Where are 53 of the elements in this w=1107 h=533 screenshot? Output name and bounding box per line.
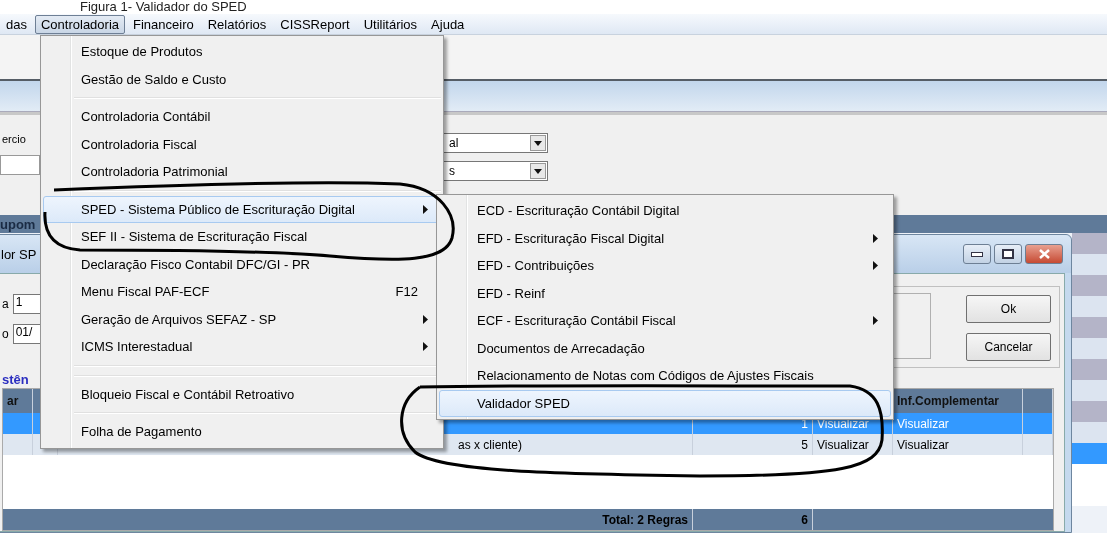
menu-item[interactable]: Controladoria Fiscal <box>43 130 441 158</box>
table-cell: Visualizar <box>813 434 893 455</box>
total-value: 6 <box>693 509 813 530</box>
menu-item[interactable]: Controladoria Patrimonial <box>43 158 441 186</box>
menu-item[interactable]: EFD - Contribuições <box>439 252 891 280</box>
list-row <box>1072 464 1107 485</box>
menu-item[interactable]: EFD - Reinf <box>439 279 891 307</box>
field-label: o <box>2 327 9 341</box>
list-row <box>1072 401 1107 422</box>
input-field[interactable] <box>0 155 40 175</box>
group-label: stên <box>2 372 29 388</box>
maximize-icon <box>1002 249 1014 259</box>
menu-item[interactable]: ECF - Escrituração Contábil Fiscal <box>439 307 891 335</box>
list-row <box>1072 359 1107 380</box>
list-row <box>1072 296 1107 317</box>
list-row <box>1072 485 1107 506</box>
figure-caption: Figura 1- Validador do SPED <box>80 0 247 14</box>
menu-item[interactable]: Documentos de Arrecadação <box>439 334 891 362</box>
caret-icon <box>534 168 542 174</box>
menubar-item[interactable]: CISSReport <box>274 14 356 34</box>
window-title: lor SP <box>1 246 37 262</box>
menubar-item[interactable]: das <box>0 14 33 34</box>
maximize-button[interactable] <box>994 244 1022 264</box>
menubar-item[interactable]: Financeiro <box>127 14 200 34</box>
minimize-icon <box>971 251 983 257</box>
menubar-item[interactable]: Controladoria <box>34 14 125 34</box>
menubar-item[interactable]: Utilitários <box>357 14 424 34</box>
list-row <box>1072 338 1107 359</box>
dialog-button[interactable]: Ok <box>966 295 1051 323</box>
caret-icon <box>534 140 542 146</box>
list-row <box>1072 254 1107 275</box>
menu-item[interactable]: Controladoria Contábil <box>43 103 441 131</box>
list-row <box>1072 422 1107 443</box>
menu-item[interactable]: Estoque de Produtos <box>43 38 441 66</box>
menu-item[interactable]: Validador SPED <box>439 389 891 417</box>
total-label: Total: 2 Regras <box>3 509 693 530</box>
field-label: ercio <box>1 133 27 145</box>
list-row <box>1072 233 1107 254</box>
dialog-button[interactable]: Cancelar <box>966 333 1051 361</box>
list-row <box>1072 443 1107 464</box>
menubar-item[interactable]: Ajuda <box>425 14 471 34</box>
menu-item[interactable]: Relacionamento de Notas com Códigos de Ajustes Fiscais <box>439 362 891 390</box>
table-cell: 5 <box>693 434 813 455</box>
list-row <box>1072 317 1107 338</box>
list-row <box>1072 275 1107 296</box>
close-button[interactable] <box>1025 244 1063 264</box>
field-label: a <box>2 297 9 311</box>
table-cell: Visualizar <box>893 434 1023 455</box>
menubar-item[interactable]: Relatórios <box>201 14 273 34</box>
minimize-button[interactable] <box>963 244 991 264</box>
close-icon <box>1038 249 1050 259</box>
menu-item[interactable]: Gestão de Saldo e Custo <box>43 65 441 93</box>
list-row <box>1072 380 1107 401</box>
